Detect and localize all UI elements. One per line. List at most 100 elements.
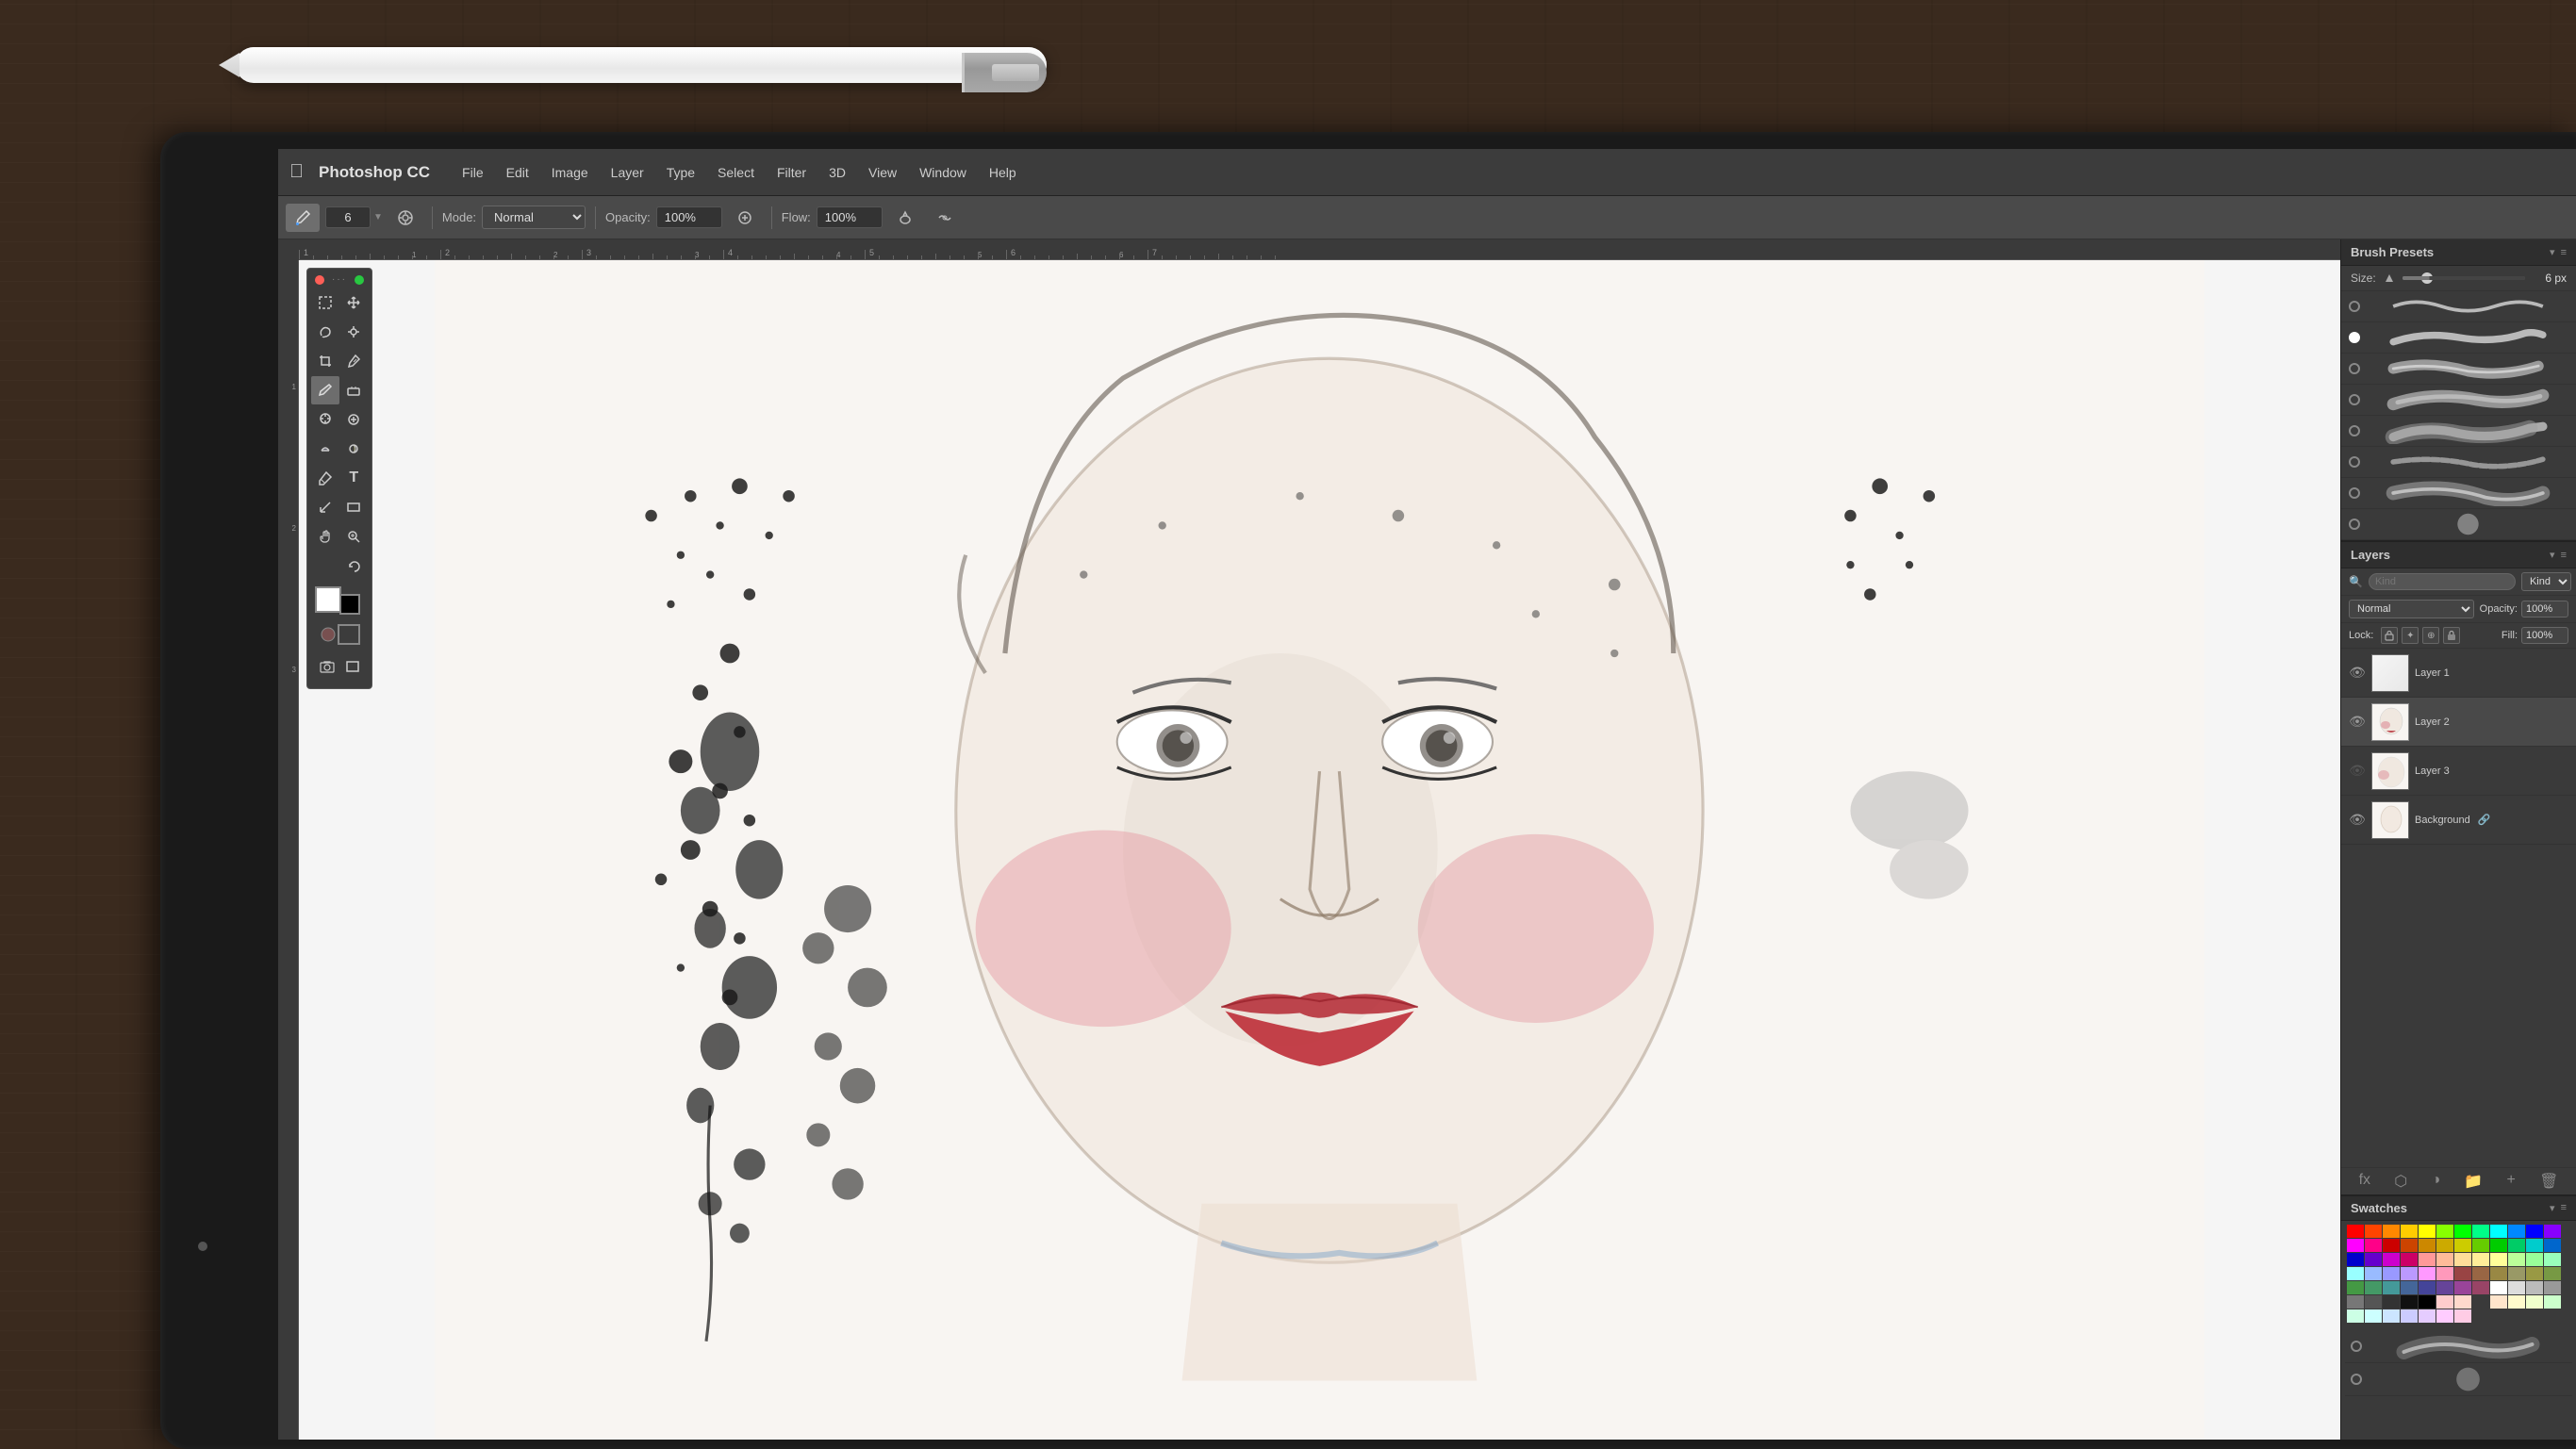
- lock-position-btn[interactable]: ⊕: [2422, 627, 2439, 644]
- extra-brush-radio-2[interactable]: [2351, 1374, 2362, 1385]
- menu-file[interactable]: File: [453, 161, 493, 184]
- swatch-24[interactable]: [2347, 1253, 2364, 1266]
- swatch-6[interactable]: [2454, 1225, 2471, 1238]
- layer-group-btn[interactable]: 📁: [2464, 1172, 2483, 1191]
- opacity-input[interactable]: 100%: [656, 206, 722, 228]
- swatch-59[interactable]: [2544, 1281, 2561, 1294]
- panel-tool-shape[interactable]: [340, 493, 369, 521]
- swatch-34[interactable]: [2526, 1253, 2543, 1266]
- panel-tool-camera[interactable]: [315, 652, 339, 681]
- swatch-22[interactable]: [2526, 1239, 2543, 1252]
- swatch-38[interactable]: [2383, 1267, 2400, 1280]
- menu-type[interactable]: Type: [657, 161, 704, 184]
- swatch-21[interactable]: [2508, 1239, 2525, 1252]
- canvas-content[interactable]: [299, 260, 2340, 1440]
- swatch-65[interactable]: [2436, 1295, 2453, 1309]
- brush-size-input[interactable]: 6: [325, 206, 371, 228]
- swatch-37[interactable]: [2365, 1267, 2382, 1280]
- swatch-2[interactable]: [2383, 1225, 2400, 1238]
- menu-view[interactable]: View: [859, 161, 906, 184]
- layers-collapse-btn[interactable]: ▾: [2550, 549, 2555, 561]
- layer-fx-btn[interactable]: fx: [2359, 1172, 2370, 1191]
- brush-radio-1[interactable]: [2349, 301, 2360, 312]
- swatch-51[interactable]: [2401, 1281, 2418, 1294]
- swatch-41[interactable]: [2436, 1267, 2453, 1280]
- swatch-54[interactable]: [2454, 1281, 2471, 1294]
- swatch-39[interactable]: [2401, 1267, 2418, 1280]
- swatch-73[interactable]: [2365, 1309, 2382, 1323]
- layer-eye-3[interactable]: 👁: [2349, 763, 2366, 779]
- mode-select[interactable]: Normal Multiply Screen Overlay: [482, 206, 586, 229]
- panel-tool-move[interactable]: [340, 288, 369, 317]
- brush-radio-3[interactable]: [2349, 363, 2360, 374]
- swatch-18[interactable]: [2454, 1239, 2471, 1252]
- layers-search-input[interactable]: [2369, 573, 2516, 590]
- layer-item-2[interactable]: 👁 Layer 2: [2341, 698, 2576, 747]
- layer-fill-input[interactable]: [2521, 627, 2568, 644]
- brush-item-3[interactable]: [2341, 354, 2576, 385]
- layer-eye-2[interactable]: 👁: [2349, 714, 2366, 730]
- swatch-3[interactable]: [2401, 1225, 2418, 1238]
- panel-tool-eyedropper[interactable]: [340, 347, 369, 375]
- swatch-50[interactable]: [2383, 1281, 2400, 1294]
- panel-close-btn[interactable]: [315, 275, 324, 285]
- panel-tool-hand[interactable]: [311, 522, 339, 551]
- lock-transparent-btn[interactable]: [2381, 627, 2398, 644]
- swatch-5[interactable]: [2436, 1225, 2453, 1238]
- brush-radio-7[interactable]: [2349, 487, 2360, 499]
- swatch-52[interactable]: [2419, 1281, 2436, 1294]
- swatch-9[interactable]: [2508, 1225, 2525, 1238]
- swatch-56[interactable]: [2490, 1281, 2507, 1294]
- swatches-menu-btn[interactable]: ≡: [2561, 1202, 2567, 1214]
- layer-eye-1[interactable]: 👁: [2349, 665, 2366, 681]
- swatch-74[interactable]: [2383, 1309, 2400, 1323]
- layer-item-bg[interactable]: 👁 Background 🔗: [2341, 796, 2576, 845]
- swatch-11[interactable]: [2544, 1225, 2561, 1238]
- panel-tool-rotate[interactable]: [345, 552, 364, 581]
- layer-adj-btn[interactable]: ◑: [2431, 1172, 2440, 1191]
- swatch-26[interactable]: [2383, 1253, 2400, 1266]
- menu-3d[interactable]: 3D: [819, 161, 855, 184]
- swatch-47[interactable]: [2544, 1267, 2561, 1280]
- layers-filter-select[interactable]: Kind: [2521, 572, 2571, 591]
- swatch-67[interactable]: [2472, 1295, 2489, 1309]
- swatch-60[interactable]: [2347, 1295, 2364, 1309]
- brush-radio-6[interactable]: [2349, 456, 2360, 468]
- menu-image[interactable]: Image: [542, 161, 598, 184]
- swatch-15[interactable]: [2401, 1239, 2418, 1252]
- extra-brush-2[interactable]: [2345, 1363, 2572, 1396]
- brush-item-2[interactable]: [2341, 322, 2576, 354]
- swatch-13[interactable]: [2365, 1239, 2382, 1252]
- swatch-76[interactable]: [2419, 1309, 2436, 1323]
- layer-delete-btn[interactable]: 🗑: [2539, 1172, 2558, 1191]
- menu-help[interactable]: Help: [980, 161, 1026, 184]
- background-color[interactable]: [339, 594, 360, 615]
- swatch-31[interactable]: [2472, 1253, 2489, 1266]
- panel-tool-eraser[interactable]: [340, 376, 369, 404]
- swatch-57[interactable]: [2508, 1281, 2525, 1294]
- swatch-7[interactable]: [2472, 1225, 2489, 1238]
- panel-tool-zoom[interactable]: [340, 522, 369, 551]
- menu-select[interactable]: Select: [708, 161, 764, 184]
- menu-layer[interactable]: Layer: [602, 161, 653, 184]
- layer-item-1[interactable]: 👁 Layer 1: [2341, 649, 2576, 698]
- swatch-20[interactable]: [2490, 1239, 2507, 1252]
- swatch-10[interactable]: [2526, 1225, 2543, 1238]
- brush-radio-4[interactable]: [2349, 394, 2360, 405]
- brush-item-7[interactable]: [2341, 478, 2576, 509]
- swatch-42[interactable]: [2454, 1267, 2471, 1280]
- layer-eye-bg[interactable]: 👁: [2349, 812, 2366, 828]
- swatch-77[interactable]: [2436, 1309, 2453, 1323]
- swatch-12[interactable]: [2347, 1239, 2364, 1252]
- swatch-0[interactable]: [2347, 1225, 2364, 1238]
- swatch-23[interactable]: [2544, 1239, 2561, 1252]
- brush-radio-5[interactable]: [2349, 425, 2360, 436]
- swatch-1[interactable]: [2365, 1225, 2382, 1238]
- flow-input[interactable]: 100%: [817, 206, 883, 228]
- swatch-63[interactable]: [2401, 1295, 2418, 1309]
- menu-filter[interactable]: Filter: [768, 161, 816, 184]
- swatch-55[interactable]: [2472, 1281, 2489, 1294]
- opacity-settings-btn[interactable]: [728, 204, 762, 232]
- brush-settings-btn[interactable]: [388, 204, 422, 232]
- panel-tool-lasso[interactable]: [311, 318, 339, 346]
